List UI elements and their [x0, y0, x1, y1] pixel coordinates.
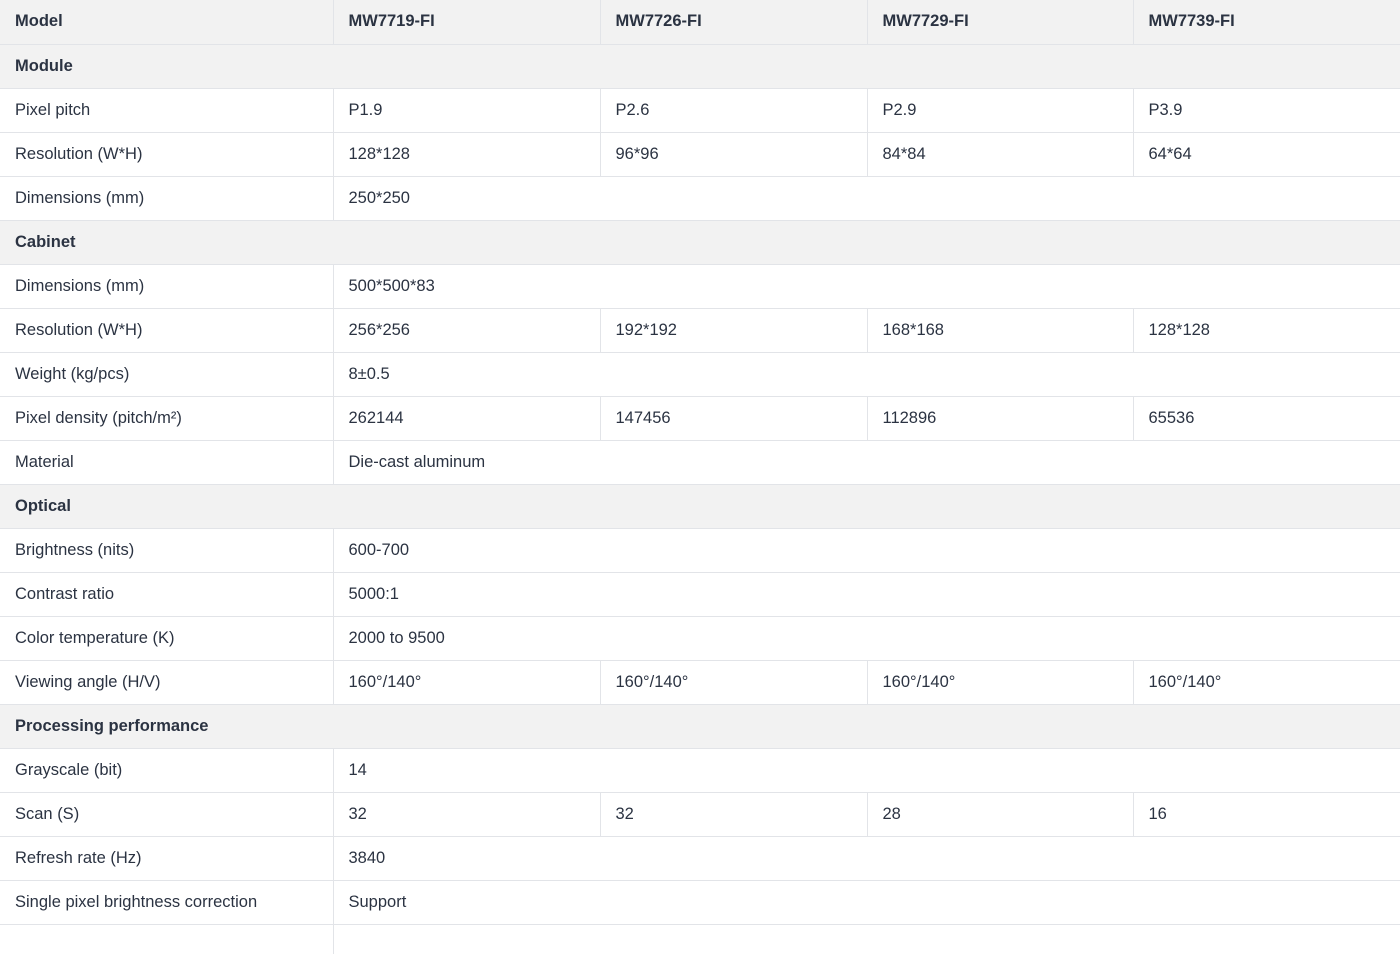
table-header-row: Model MW7719-FI MW7726-FI MW7729-FI MW77… [0, 0, 1400, 45]
table-row: Dimensions (mm) 250*250 [0, 176, 1400, 221]
header-label: Model [0, 0, 334, 45]
cell-value: 16 [1133, 792, 1400, 837]
cell-value: 168*168 [867, 308, 1134, 353]
cell-value: 65536 [1133, 396, 1400, 441]
row-label: Single pixel brightness correction [0, 880, 334, 925]
row-label: Brightness (nits) [0, 528, 334, 573]
model-header: MW7719-FI [333, 0, 601, 45]
cell-value: 3840 [333, 836, 1400, 881]
cell-value: 160°/140° [867, 660, 1134, 705]
cell-value: 8±0.5 [333, 352, 1400, 397]
cell-value: 262144 [333, 396, 601, 441]
section-title: Cabinet [0, 220, 1400, 265]
cell-value: 84*84 [867, 132, 1134, 177]
section-header-row: Cabinet [0, 220, 1400, 265]
cell-value: P3.9 [1133, 88, 1400, 133]
cell-value: 5000:1 [333, 572, 1400, 617]
cell-value: 600-700 [333, 528, 1400, 573]
row-label: Refresh rate (Hz) [0, 836, 334, 881]
model-header: MW7726-FI [600, 0, 868, 45]
section-title: Processing performance [0, 704, 1400, 749]
row-label: Pixel pitch [0, 88, 334, 133]
section-header-row: Processing performance [0, 704, 1400, 749]
cell-value: 2000 to 9500 [333, 616, 1400, 661]
cell-value: 256*256 [333, 308, 601, 353]
cell-value: 32 [600, 792, 868, 837]
row-label: Resolution (W*H) [0, 308, 334, 353]
row-label: Viewing angle (H/V) [0, 660, 334, 705]
table-row: Resolution (W*H) 128*128 96*96 84*84 64*… [0, 132, 1400, 177]
table-row: Material Die-cast aluminum [0, 440, 1400, 485]
cell-value: 250*250 [333, 176, 1400, 221]
row-label: Dimensions (mm) [0, 176, 334, 221]
row-label: Resolution (W*H) [0, 132, 334, 177]
model-header: MW7729-FI [867, 0, 1134, 45]
cell-value: 112896 [867, 396, 1134, 441]
table-row: Single pixel brightness correction Suppo… [0, 880, 1400, 925]
cell-value: 160°/140° [1133, 660, 1400, 705]
table-row-partial [0, 924, 1400, 954]
table-row: Weight (kg/pcs) 8±0.5 [0, 352, 1400, 397]
table-row: Brightness (nits) 600-700 [0, 528, 1400, 573]
table-row: Pixel pitch P1.9 P2.6 P2.9 P3.9 [0, 88, 1400, 133]
section-title: Optical [0, 484, 1400, 529]
row-label: Weight (kg/pcs) [0, 352, 334, 397]
table-row: Scan (S) 32 32 28 16 [0, 792, 1400, 837]
cell-value: P2.6 [600, 88, 868, 133]
cell-value: 160°/140° [600, 660, 868, 705]
section-header-row: Optical [0, 484, 1400, 529]
cell-value: 128*128 [333, 132, 601, 177]
table-row: Dimensions (mm) 500*500*83 [0, 264, 1400, 309]
table-row: Contrast ratio 5000:1 [0, 572, 1400, 617]
row-label: Contrast ratio [0, 572, 334, 617]
cell-value: 147456 [600, 396, 868, 441]
cell-value: 14 [333, 748, 1400, 793]
row-label: Grayscale (bit) [0, 748, 334, 793]
row-label: Material [0, 440, 334, 485]
row-label: Color temperature (K) [0, 616, 334, 661]
table-row: Pixel density (pitch/m²) 262144 147456 1… [0, 396, 1400, 441]
row-label: Pixel density (pitch/m²) [0, 396, 334, 441]
cell-value: 28 [867, 792, 1134, 837]
cell-value: Support [333, 880, 1400, 925]
row-label: Scan (S) [0, 792, 334, 837]
cell-value [333, 924, 1400, 954]
cell-value: 96*96 [600, 132, 868, 177]
table-row: Refresh rate (Hz) 3840 [0, 836, 1400, 881]
cell-value: 32 [333, 792, 601, 837]
cell-value: Die-cast aluminum [333, 440, 1400, 485]
row-label [0, 924, 334, 954]
cell-value: 128*128 [1133, 308, 1400, 353]
row-label: Dimensions (mm) [0, 264, 334, 309]
table-row: Viewing angle (H/V) 160°/140° 160°/140° … [0, 660, 1400, 705]
section-header-row: Module [0, 44, 1400, 89]
model-header: MW7739-FI [1133, 0, 1400, 45]
section-title: Module [0, 44, 1400, 89]
cell-value: 160°/140° [333, 660, 601, 705]
cell-value: 64*64 [1133, 132, 1400, 177]
table-row: Resolution (W*H) 256*256 192*192 168*168… [0, 308, 1400, 353]
cell-value: P1.9 [333, 88, 601, 133]
cell-value: 192*192 [600, 308, 868, 353]
cell-value: P2.9 [867, 88, 1134, 133]
spec-table: Model MW7719-FI MW7726-FI MW7729-FI MW77… [0, 0, 1400, 954]
table-row: Grayscale (bit) 14 [0, 748, 1400, 793]
table-row: Color temperature (K) 2000 to 9500 [0, 616, 1400, 661]
cell-value: 500*500*83 [333, 264, 1400, 309]
